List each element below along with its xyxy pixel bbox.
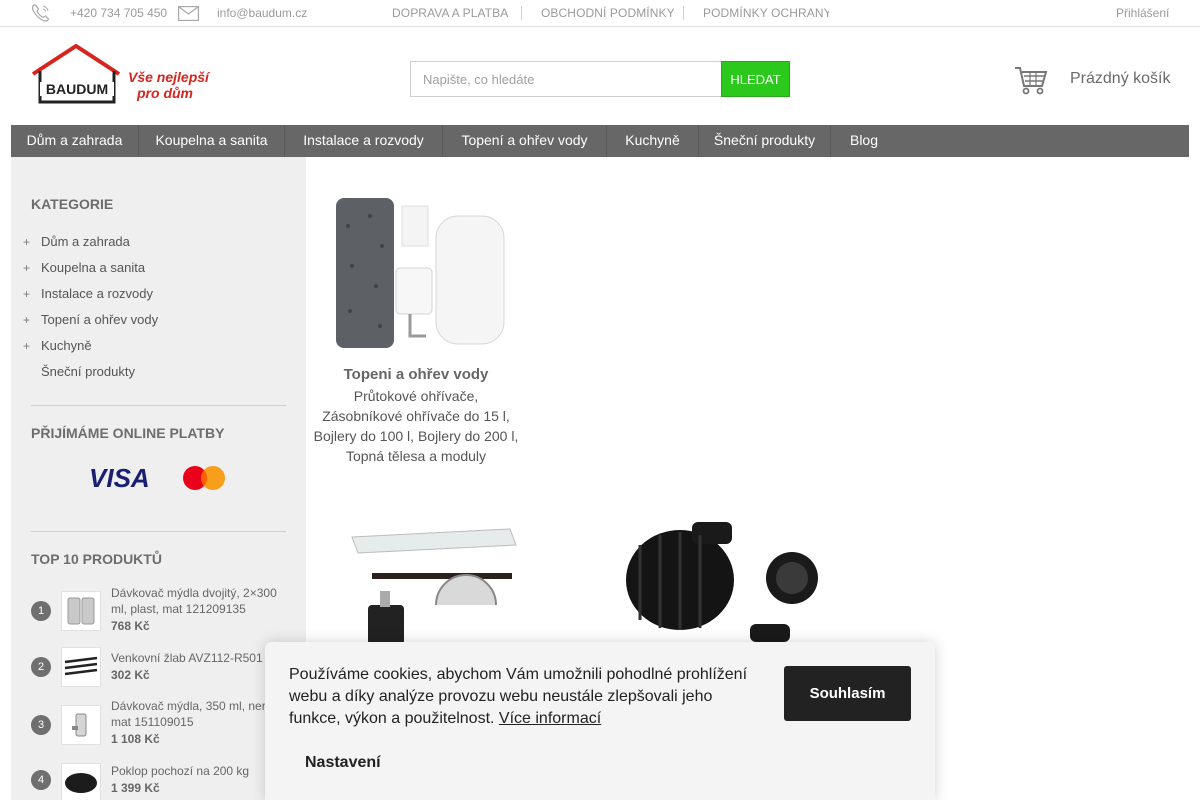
divider [31, 405, 286, 406]
rank-badge: 1 [31, 601, 51, 621]
cart[interactable]: Prázdný košík [1014, 64, 1174, 98]
svg-text:pro dům: pro dům [136, 85, 193, 101]
product-name[interactable]: Poklop pochozí na 200 kg [111, 763, 291, 779]
cookie-text: Používáme cookies, abychom Vám umožnili … [289, 664, 759, 730]
category-label: Kuchyně [41, 338, 92, 353]
nav-instalace-a-rozvody[interactable]: Instalace a rozvody [285, 125, 443, 157]
sidebar-category-snecni-produkty[interactable]: Šneční produkty [23, 362, 135, 382]
category-card-koupelna[interactable] [340, 515, 530, 645]
mastercard-logo [183, 466, 225, 490]
sidebar-category-kuchyne[interactable]: + Kuchyně [23, 336, 92, 356]
payments-heading: PŘIJÍMÁME ONLINE PLATBY [31, 425, 225, 441]
product-thumbnail[interactable] [61, 647, 101, 687]
card-subcategory[interactable]: Průtokové ohřívače, [310, 386, 522, 406]
rank-badge: 2 [31, 657, 51, 677]
sidebar-category-koupelna-a-sanita[interactable]: + Koupelna a sanita [23, 258, 145, 278]
sidebar-category-instalace-a-rozvody[interactable]: + Instalace a rozvody [23, 284, 153, 304]
rank-badge: 4 [31, 770, 51, 790]
payment-logos: VISA [89, 463, 229, 493]
product-name[interactable]: Venkovní žlab AVZ112-R501 [111, 650, 291, 666]
expand-plus-icon[interactable]: + [23, 258, 41, 278]
category-card-instalace[interactable] [620, 520, 830, 645]
cart-icon [1015, 67, 1048, 95]
link-podminky-ochrany[interactable]: PODMÍNKY OCHRANY O [703, 0, 829, 26]
category-image [336, 198, 505, 348]
product-price: 1 399 Kč [111, 781, 160, 795]
category-label: Instalace a rozvody [41, 286, 154, 301]
category-label: Dům a zahrada [41, 234, 130, 249]
product-thumbnail[interactable] [61, 705, 101, 745]
category-image [351, 528, 517, 645]
category-label: Topení a ohřev vody [41, 312, 159, 327]
nav-kuchyne[interactable]: Kuchyně [607, 125, 699, 157]
sidebar-category-topeni-a-ohrev-vody[interactable]: + Topení a ohřev vody [23, 310, 158, 330]
expand-plus-icon[interactable]: + [23, 232, 41, 252]
product-price: 1 108 Kč [111, 732, 160, 746]
top-products-heading: TOP 10 PRODUKTŮ [31, 551, 162, 567]
card-subcategory[interactable]: Zásobníkové ohřívače do 15 l, [310, 406, 522, 426]
search-input[interactable] [410, 61, 722, 97]
main-nav: Dům a zahrada Koupelna a sanita Instalac… [11, 125, 1189, 157]
product-price: 768 Kč [111, 619, 150, 633]
expand-plus-icon[interactable]: + [23, 336, 41, 356]
top-product-item[interactable]: 4 Poklop pochozí na 200 kg 1 399 Kč [31, 763, 291, 800]
svg-text:VISA: VISA [89, 463, 150, 493]
expand-plus-icon[interactable]: + [23, 284, 41, 304]
product-name[interactable]: Dávkovač mýdla dvojitý, 2×300 ml, plast,… [111, 585, 291, 617]
top-bar: +420 734 705 450 info@baudum.cz DOPRAVA … [0, 0, 1200, 27]
rank-badge: 3 [31, 715, 51, 735]
expand-plus-icon[interactable]: + [23, 310, 41, 330]
cookie-settings-button[interactable]: Nastavení [305, 754, 381, 772]
top-product-item[interactable]: 3 Dávkovač mýdla, 350 ml, nerez, mat 151… [31, 698, 291, 748]
product-price: 302 Kč [111, 668, 150, 682]
svg-text:Vše nejlepší: Vše nejlepší [128, 69, 211, 85]
phone-number[interactable]: +420 734 705 450 [70, 0, 167, 26]
divider [31, 531, 286, 532]
more-info-link[interactable]: Více informací [499, 710, 601, 727]
search-button[interactable]: HLEDAT [721, 61, 790, 97]
nav-dum-a-zahrada[interactable]: Dům a zahrada [11, 125, 139, 157]
category-card-topeni[interactable]: Topeni a ohřev vody Průtokové ohřívače, … [310, 190, 522, 470]
cart-label: Prázdný košík [1070, 70, 1171, 87]
product-thumbnail[interactable] [61, 591, 101, 631]
nav-snecni-produkty[interactable]: Šneční produkty [699, 125, 831, 157]
visa-logo: VISA [89, 463, 150, 493]
login-link[interactable]: Přihlášení [1116, 0, 1169, 26]
category-image [626, 522, 818, 642]
card-subcategory[interactable]: Bojlery do 100 l, Bojlery do 200 l, [310, 426, 522, 446]
top-product-item[interactable]: 2 Venkovní žlab AVZ112-R501 302 Kč [31, 647, 291, 700]
agree-button[interactable]: Souhlasím [784, 666, 911, 721]
category-label: Koupelna a sanita [41, 260, 146, 275]
card-subcategory[interactable]: Topná tělesa a moduly [310, 446, 522, 466]
cookie-banner: Používáme cookies, abychom Vám umožnili … [265, 642, 935, 800]
category-label: Šneční produkty [41, 364, 135, 379]
product-thumbnail[interactable] [61, 763, 101, 800]
email-address[interactable]: info@baudum.cz [217, 0, 307, 26]
link-obchodni-podminky[interactable]: OBCHODNÍ PODMÍNKY [541, 0, 675, 26]
nav-blog[interactable]: Blog [831, 125, 897, 157]
phone-icon [31, 4, 50, 22]
divider [683, 6, 684, 20]
sidebar: KATEGORIE + Dům a zahrada + Koupelna a san… [11, 157, 306, 800]
nav-topeni-a-ohrev-vody[interactable]: Topení a ohřev vody [443, 125, 607, 157]
sidebar-category-dum-a-zahrada[interactable]: + Dům a zahrada [23, 232, 130, 252]
nav-koupelna-a-sanita[interactable]: Koupelna a sanita [139, 125, 285, 157]
logo[interactable]: BAUDUM Vše nejlepší pro dům [31, 43, 211, 106]
svg-text:BAUDUM: BAUDUM [46, 81, 108, 97]
card-title[interactable]: Topeni a ohřev vody [310, 366, 522, 383]
email-icon [178, 6, 199, 21]
product-name[interactable]: Dávkovač mýdla, 350 ml, nerez, mat 15110… [111, 698, 291, 730]
logo-image: BAUDUM Vše nejlepší pro dům [31, 43, 211, 104]
link-doprava-a-platba[interactable]: DOPRAVA A PLATBA [392, 0, 508, 26]
divider [521, 6, 522, 20]
search-form: HLEDAT [410, 61, 790, 97]
top-product-item[interactable]: 1 Dávkovač mýdla dvojitý, 2×300 ml, plas… [31, 585, 291, 635]
categories-heading: KATEGORIE [31, 196, 114, 212]
